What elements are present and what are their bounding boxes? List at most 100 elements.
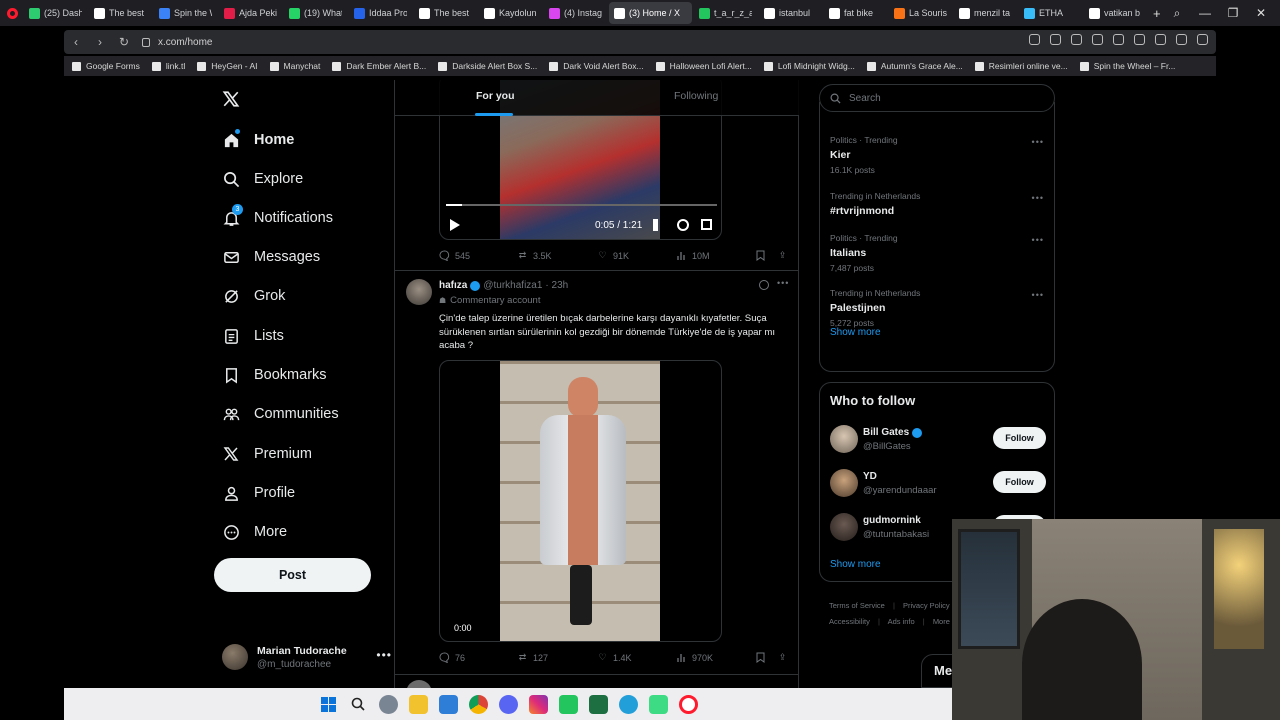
footer-link[interactable]: Ads info [888, 617, 915, 626]
like-stat[interactable]: ♡ 91K [597, 250, 629, 261]
tweet-more-icon[interactable]: ••• [777, 278, 789, 288]
repost-stat[interactable]: ⇄ 127 [517, 652, 548, 663]
nav-item-grok[interactable]: Grok [222, 281, 285, 311]
follow-suggestion[interactable]: Bill Gates @BillGates Follow [830, 425, 1046, 457]
grok-icon[interactable] [759, 280, 769, 290]
browser-tab[interactable]: La Souris [889, 2, 952, 24]
browser-tab[interactable]: ETHA [1019, 2, 1082, 24]
x-logo-icon[interactable] [222, 90, 240, 108]
bookmark-item[interactable]: HeyGen - AI [197, 61, 258, 71]
like-stat[interactable]: ♡ 1.4K [597, 652, 631, 663]
browser-tab[interactable]: (3) Home / X [609, 2, 692, 24]
tab-for-you[interactable]: For you [476, 90, 515, 102]
browser-tab[interactable]: The best [414, 2, 477, 24]
nav-item-premium[interactable]: Premium [222, 439, 312, 469]
tweet-video[interactable]: 0:00 [439, 360, 722, 642]
browser-tab[interactable]: (19) What [284, 2, 347, 24]
trend-item[interactable]: Politics · Trending Kier 16.1K posts ••• [830, 135, 1044, 177]
bookmark-item[interactable]: Resimleri online ve... [974, 61, 1068, 71]
back-button[interactable]: ‹ [64, 35, 88, 49]
footer-link[interactable]: Accessibility [829, 617, 870, 626]
photos-icon[interactable] [438, 694, 458, 714]
bookmark-item[interactable]: Dark Void Alert Box... [549, 61, 644, 71]
bookmark-item[interactable]: link.tl [151, 61, 185, 71]
tab-following[interactable]: Following [674, 90, 718, 102]
chrome-icon[interactable] [468, 694, 488, 714]
heart-icon[interactable] [1134, 34, 1145, 45]
browser-tab[interactable]: menzil ta [954, 2, 1017, 24]
play-icon[interactable] [1113, 34, 1124, 45]
nav-item-lists[interactable]: Lists [222, 321, 284, 351]
follow-suggestion[interactable]: YD @yarendundaaar Follow [830, 469, 1046, 501]
browser-tab[interactable]: Iddaa Pro [349, 2, 412, 24]
opera-icon[interactable] [0, 0, 24, 26]
repost-stat[interactable]: ⇄ 3.5K [517, 250, 552, 261]
fullscreen-icon[interactable] [701, 219, 712, 230]
footer-link[interactable]: More [933, 617, 950, 626]
camera-icon[interactable] [1050, 34, 1061, 45]
trend-more-icon[interactable]: ••• [1032, 290, 1044, 300]
profile-icon[interactable] [1197, 34, 1208, 45]
bookmark-item[interactable]: Spin the Wheel – Fr... [1079, 61, 1175, 71]
instagram-icon[interactable] [528, 694, 548, 714]
next-tweet-avatar[interactable] [406, 680, 432, 688]
menu-icon[interactable] [1176, 34, 1187, 45]
restore-icon[interactable]: ❐ [1226, 6, 1240, 20]
trend-more-icon[interactable]: ••• [1032, 193, 1044, 203]
opera-taskbar-icon[interactable] [678, 694, 698, 714]
nav-item-home[interactable]: Home [222, 125, 294, 155]
views-stat[interactable]: 970K [676, 652, 713, 663]
bookmark-button[interactable] [755, 250, 766, 261]
nav-item-profile[interactable]: Profile [222, 478, 295, 508]
mute-icon[interactable] [653, 219, 665, 231]
search-icon[interactable] [349, 695, 368, 714]
footer-link[interactable]: Privacy Policy [903, 601, 950, 610]
reply-stat[interactable]: 545 [439, 250, 470, 261]
file-explorer-icon[interactable] [408, 694, 428, 714]
bookmark-item[interactable]: Manychat [269, 61, 320, 71]
browser-tab[interactable]: (4) Instag [544, 2, 607, 24]
browser-tab[interactable]: The best [89, 2, 152, 24]
browser-tab[interactable]: istanbul [759, 2, 822, 24]
views-stat[interactable]: 10M [676, 250, 710, 261]
more-dots-icon[interactable]: ••• [376, 648, 392, 662]
nav-item-notifications[interactable]: 3 Notifications [222, 203, 333, 233]
settings-icon[interactable] [677, 219, 689, 231]
browser-tab[interactable]: fat bike [824, 2, 887, 24]
follow-button[interactable]: Follow [993, 471, 1046, 493]
browser-tab[interactable]: vatikan b [1084, 2, 1147, 24]
follow-show-more[interactable]: Show more [830, 559, 881, 570]
share-button[interactable]: ⇪ [777, 652, 788, 663]
vpn-icon[interactable] [1092, 34, 1103, 45]
tweet-author-name[interactable]: hafıza [439, 280, 467, 291]
shield-icon[interactable] [1071, 34, 1082, 45]
footer-link[interactable]: Terms of Service [829, 601, 885, 610]
nav-item-bookmarks[interactable]: Bookmarks [222, 360, 327, 390]
settings-icon[interactable] [378, 694, 398, 714]
browser-tab[interactable]: Spin the W [154, 2, 217, 24]
play-icon[interactable] [450, 219, 460, 231]
browser-tab[interactable]: t_a_r_z_a [694, 2, 757, 24]
share-button[interactable]: ⇪ [777, 250, 788, 261]
tweet-time[interactable]: · 23h [545, 280, 568, 291]
new-tab-button[interactable]: + [1153, 6, 1161, 21]
url-field[interactable]: x.com/home [158, 37, 212, 48]
discord-icon[interactable] [498, 694, 518, 714]
nav-item-messages[interactable]: Messages [222, 242, 320, 272]
browser-tab[interactable]: Ajda Peki [219, 2, 282, 24]
edit-icon[interactable] [1029, 34, 1040, 45]
telegram-icon[interactable] [618, 694, 638, 714]
download-icon[interactable] [1155, 34, 1166, 45]
bookmark-item[interactable]: Dark Ember Alert B... [332, 61, 426, 71]
bookmark-item[interactable]: Autumn's Grace Ale... [866, 61, 963, 71]
trend-more-icon[interactable]: ••• [1032, 235, 1044, 245]
nav-item-communities[interactable]: Communities [222, 399, 339, 429]
nav-item-explore[interactable]: Explore [222, 164, 303, 194]
reply-stat[interactable]: 76 [439, 652, 465, 663]
excel-icon[interactable] [588, 694, 608, 714]
bookmark-button[interactable] [755, 652, 766, 663]
trend-more-icon[interactable]: ••• [1032, 137, 1044, 147]
post-button[interactable]: Post [214, 558, 371, 592]
minimize-icon[interactable]: — [1198, 6, 1212, 20]
bookmark-item[interactable]: Halloween Lofi Alert... [655, 61, 752, 71]
